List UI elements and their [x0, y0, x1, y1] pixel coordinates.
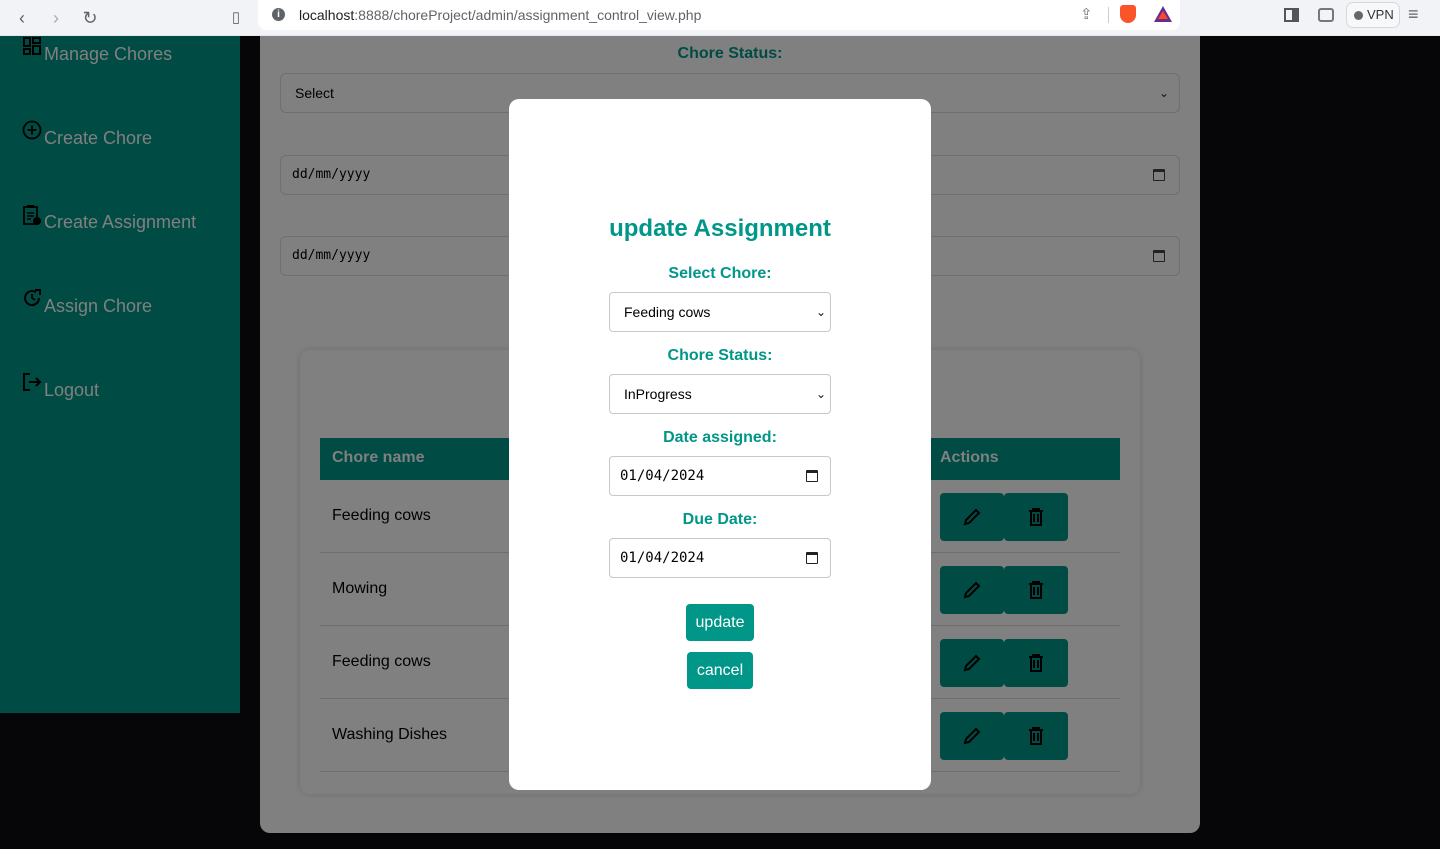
address-bar[interactable]: i localhost:8888/choreProject/admin/assi…	[258, 0, 1180, 30]
calendar-icon[interactable]	[1153, 169, 1165, 181]
column-header-chore-name: Chore name	[332, 449, 425, 466]
clock-refresh-icon	[22, 288, 44, 310]
select-chore-dropdown[interactable]: Feeding cows ⌄	[609, 292, 831, 332]
sidebar-toggle-icon[interactable]	[1284, 8, 1299, 22]
due-date-input[interactable]: 01/04/2024	[609, 538, 831, 578]
sidebar-item-assign-chore[interactable]: Assign Chore	[22, 289, 152, 324]
calendar-icon[interactable]	[806, 470, 818, 482]
delete-button[interactable]	[1004, 712, 1068, 760]
chore-name-cell: Mowing	[332, 580, 388, 597]
date-assigned-input[interactable]: 01/04/2024	[609, 456, 831, 496]
sidebar-item-create-assignment[interactable]: Create Assignment	[22, 205, 196, 240]
select-chore-label: Select Chore:	[668, 265, 772, 282]
vpn-button[interactable]: VPN	[1346, 2, 1400, 28]
sidebar-item-logout[interactable]: Logout	[22, 373, 99, 408]
date-assigned-label: Date assigned:	[663, 429, 777, 446]
wallet-icon[interactable]	[1318, 8, 1334, 22]
chore-name-cell: Feeding cows	[332, 507, 431, 524]
edit-button[interactable]	[940, 493, 1004, 541]
sidebar-item-create-chore[interactable]: Create Chore	[22, 120, 152, 156]
chore-status-dropdown[interactable]: InProgress ⌄	[609, 374, 831, 414]
toolbar-divider	[1108, 7, 1109, 23]
cancel-button[interactable]: cancel	[687, 652, 753, 689]
clipboard-add-icon	[22, 204, 44, 226]
reload-icon[interactable]: ↻	[76, 4, 104, 32]
delete-button[interactable]	[1004, 566, 1068, 614]
dashboard-icon	[22, 36, 44, 58]
chevron-down-icon: ⌄	[815, 387, 826, 401]
brave-shields-icon[interactable]	[1120, 5, 1136, 23]
chore-name-cell: Washing Dishes	[332, 726, 448, 743]
column-header-actions: Actions	[940, 449, 999, 466]
forward-icon[interactable]: ›	[42, 4, 70, 32]
trash-icon	[1029, 508, 1043, 526]
edit-button[interactable]	[940, 566, 1004, 614]
due-date-label: Due Date:	[682, 511, 758, 528]
delete-button[interactable]	[1004, 493, 1068, 541]
trash-icon	[1029, 654, 1043, 672]
calendar-icon[interactable]	[1153, 250, 1165, 262]
back-icon[interactable]: ‹	[8, 4, 36, 32]
chore-name-cell: Feeding cows	[332, 653, 431, 670]
menu-icon[interactable]: ≡	[1408, 4, 1419, 25]
pencil-icon	[963, 581, 981, 599]
pencil-icon	[963, 508, 981, 526]
chevron-down-icon: ⌄	[1158, 86, 1169, 100]
plus-circle-icon	[22, 120, 44, 142]
edit-button[interactable]	[940, 639, 1004, 687]
update-button[interactable]: update	[686, 604, 754, 641]
sidebar: Manage Chores Create Chore Create Assign…	[0, 36, 240, 713]
sidebar-item-manage-chores[interactable]: Manage Chores	[22, 37, 172, 72]
browser-toolbar: ‹ › ↻ ▯ i localhost:8888/choreProject/ad…	[0, 0, 1440, 36]
bookmark-icon[interactable]: ▯	[222, 4, 250, 32]
trash-icon	[1029, 727, 1043, 745]
trash-icon	[1029, 581, 1043, 599]
site-info-icon[interactable]: i	[272, 8, 285, 21]
brave-rewards-icon[interactable]	[1154, 6, 1172, 22]
chore-status-filter-label: Chore Status:	[677, 45, 783, 62]
modal-title: update Assignment	[609, 215, 831, 242]
edit-button[interactable]	[940, 712, 1004, 760]
share-icon[interactable]: ⇪	[1080, 5, 1093, 23]
calendar-icon[interactable]	[806, 552, 818, 564]
chore-status-label: Chore Status:	[667, 347, 773, 364]
url-text[interactable]: localhost:8888/choreProject/admin/assign…	[299, 7, 701, 23]
delete-button[interactable]	[1004, 639, 1068, 687]
chevron-down-icon: ⌄	[815, 305, 826, 319]
pencil-icon	[963, 654, 981, 672]
logout-icon	[22, 372, 44, 394]
pencil-icon	[963, 727, 981, 745]
update-assignment-modal: update Assignment Select Chore: Feeding …	[509, 99, 931, 790]
